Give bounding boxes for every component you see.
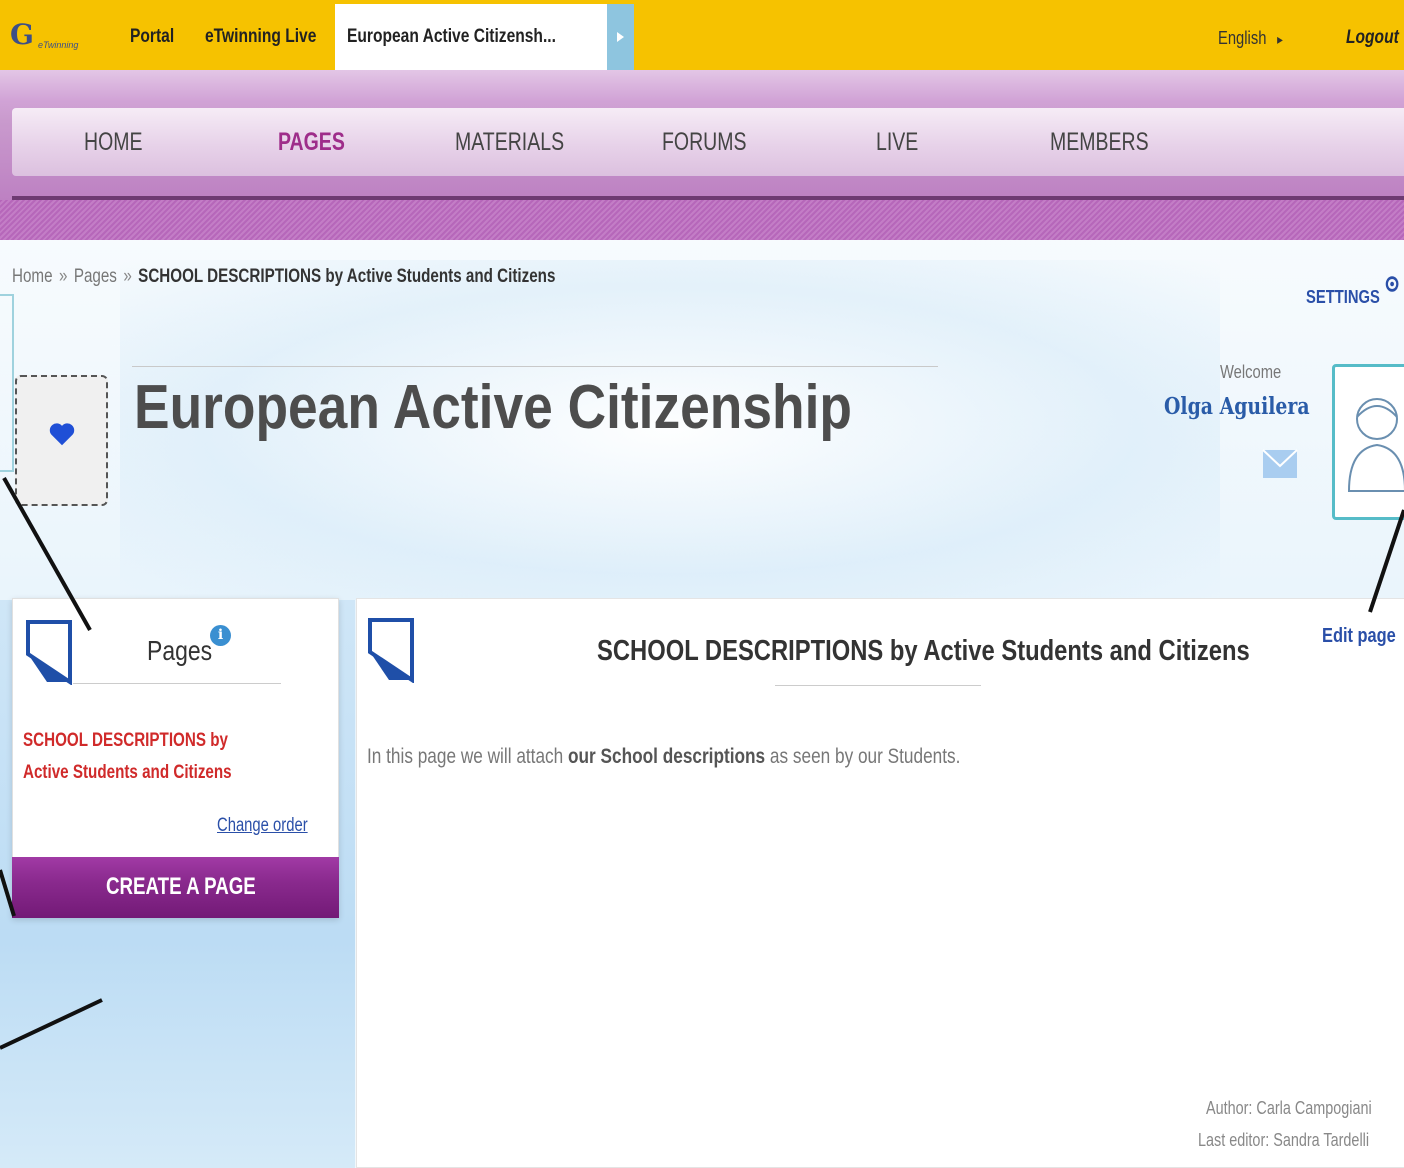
user-name[interactable]: Olga Aguilera <box>1164 393 1310 420</box>
user-avatar-icon <box>1347 398 1404 492</box>
etwinning-logo[interactable]: G eTwinning <box>10 16 110 64</box>
nav-forums[interactable]: FORUMS <box>662 128 746 157</box>
active-project-tab-label: European Active Citizensh... <box>347 26 556 47</box>
settings-link[interactable]: SETTINGS <box>1306 276 1399 308</box>
bookmark-icon <box>26 620 72 685</box>
description-text-end: as seen by our Students. <box>765 745 961 768</box>
page-title: SCHOOL DESCRIPTIONS by Active Students a… <box>597 635 1250 667</box>
breadcrumb-separator: » <box>123 266 132 287</box>
logo-mark: G <box>10 18 34 51</box>
bookmark-icon <box>368 618 414 683</box>
nav-materials[interactable]: MATERIALS <box>455 128 564 157</box>
nav-home[interactable]: HOME <box>84 128 143 157</box>
pages-title: Pages <box>147 635 213 666</box>
project-logo-box <box>15 375 108 506</box>
breadcrumb: Home» Pages» SCHOOL DESCRIPTIONS by Active… <box>12 266 555 288</box>
envelope-icon[interactable] <box>1262 448 1298 480</box>
chevron-right-icon: ▸ <box>1277 31 1283 47</box>
user-avatar[interactable] <box>1332 364 1404 520</box>
title-underline <box>775 685 981 686</box>
nav-members[interactable]: MEMBERS <box>1050 128 1149 157</box>
page-description: In this page we will attach our School d… <box>367 745 960 769</box>
top-bar: G eTwinning Portal eTwinning Live Europe… <box>0 0 1404 70</box>
description-bold: our School descriptions <box>568 745 766 768</box>
breadcrumb-pages[interactable]: Pages <box>74 266 117 287</box>
etwinning-live-link[interactable]: eTwinning Live <box>205 26 316 48</box>
nav-pages[interactable]: PAGES <box>278 128 345 157</box>
breadcrumb-home[interactable]: Home <box>12 266 53 287</box>
callout-frame <box>0 294 14 472</box>
create-page-button[interactable]: CREATE A PAGE <box>12 857 339 918</box>
logout-link[interactable]: Logout <box>1346 27 1399 49</box>
pages-sidebar: Pages i SCHOOL DESCRIPTIONS by Active St… <box>12 598 339 918</box>
info-icon[interactable]: i <box>210 625 231 646</box>
portal-link[interactable]: Portal <box>130 26 174 48</box>
language-label: English <box>1218 28 1267 48</box>
settings-label: SETTINGS <box>1306 287 1380 307</box>
logo-text: eTwinning <box>38 40 79 50</box>
description-text: In this page we will attach <box>367 745 569 768</box>
author-label: Author: Carla Campogiani <box>1206 1098 1372 1118</box>
active-project-tab[interactable]: European Active Citizensh... <box>335 4 607 70</box>
page-content: SCHOOL DESCRIPTIONS by Active Students a… <box>356 598 1404 1168</box>
welcome-label: Welcome <box>1220 362 1282 382</box>
edit-page-link[interactable]: Edit page <box>1322 625 1396 648</box>
create-page-label: CREATE A PAGE <box>106 873 256 900</box>
nav-live[interactable]: LIVE <box>876 128 918 157</box>
heart-icon <box>49 423 75 446</box>
last-editor-label: Last editor: Sandra Tardelli <box>1198 1130 1370 1150</box>
breadcrumb-separator: » <box>58 266 68 287</box>
nav-stripe <box>0 200 1404 240</box>
breadcrumb-current: SCHOOL DESCRIPTIONS by Active Students a… <box>138 266 556 287</box>
gear-icon <box>1385 276 1399 292</box>
tab-scroll-arrow[interactable] <box>607 4 634 70</box>
project-title: European Active Citizenship <box>134 373 852 442</box>
sidebar-item-school-descriptions[interactable]: SCHOOL DESCRIPTIONS by Active Students a… <box>23 725 263 789</box>
language-selector[interactable]: English ▸ <box>1218 28 1283 49</box>
title-rule <box>132 366 938 367</box>
change-order-link[interactable]: Change order <box>217 815 308 837</box>
pages-rule <box>73 683 281 684</box>
